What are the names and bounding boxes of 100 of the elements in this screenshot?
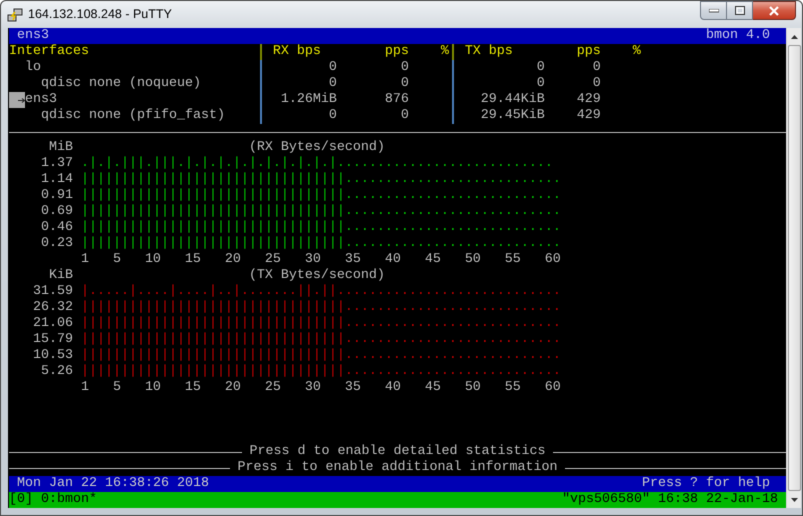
graph-row: |||||||||||||||||||||||||||||||||........................... [80,172,561,188]
axis-label: 30 [304,380,321,396]
table-cell-text: 876 [384,92,409,108]
column-header: Interfaces [9,44,90,60]
arrow-icon [18,98,25,102]
axis-label: 35 [344,380,361,396]
axis-label: 31.59 [32,284,73,300]
table-cell-text: 0 [536,76,545,92]
axis-label: 50 [464,380,481,396]
interface-name[interactable]: lo [24,60,41,76]
axis-label: 30 [304,252,321,268]
axis-label: 0.23 [40,236,73,252]
axis-label: 60 [544,252,561,268]
axis-label: 5 [112,380,121,396]
axis-label: 5 [112,252,121,268]
axis-label: 1.37 [40,156,73,172]
close-button[interactable] [753,1,796,20]
graph-title: (TX Bytes/second) [248,268,385,284]
table-cell-text: 0 [328,76,337,92]
graph-row: |||||||||||||||||||||||||||||||||........................... [80,348,561,364]
graph-row: |||||||||||||||||||||||||||||||||........................... [80,332,561,348]
axis-label: 10 [144,380,161,396]
axis-label: 40 [384,380,401,396]
axis-label: 60 [544,380,561,396]
table-cell-text: 0 [400,60,409,76]
graph-row: |||||||||||||||||||||||||||||||||........................... [80,316,561,332]
interface-name: ens3 [16,28,49,44]
axis-label: 25 [264,380,281,396]
table-cell-text: 429 [576,92,601,108]
axis-label: 45 [424,380,441,396]
table-cell-text: 0 [592,76,601,92]
axis-label: 10 [144,252,161,268]
axis-label: 50 [464,252,481,268]
table-cell-text: 429 [576,108,601,124]
qdisc-name[interactable]: qdisc none (pfifo_fast) [40,108,225,124]
table-cell-text: 1.26MiB [280,92,337,108]
axis-label: 1.14 [40,172,73,188]
session-window: [0] 0:bmon* [9,492,97,508]
axis-label: 1 [80,380,89,396]
graph-row: |||||||||||||||||||||||||||||||||........................... [80,364,561,380]
axis-label: 20 [224,252,241,268]
axis-label: 45 [424,252,441,268]
graph-row: .|.|.|||.|||.|.|.|.|.|.|.|.|.|.|........................... [80,156,553,172]
table-cell-text: 0 [536,60,545,76]
axis-label: 15.79 [32,332,73,348]
axis-label: 25 [264,252,281,268]
axis-label: 15 [184,380,201,396]
computer-icon [7,7,23,23]
axis-label: 5.26 [40,364,73,380]
axis-label: 1 [80,252,89,268]
window-title: 164.132.108.248 - PuTTY [28,7,172,21]
column-header: % [440,44,449,60]
table-cell-text: 0 [328,108,337,124]
column-header: pps [576,44,601,60]
axis-unit: MiB [48,140,73,156]
column-header: RX bps [272,44,322,60]
axis-label: 20 [224,380,241,396]
axis-label: 10.53 [32,348,73,364]
column-header: pps [384,44,409,60]
help-hint: Press ? for help [642,476,770,492]
scrollbar-thumb[interactable] [788,45,800,491]
table-cell-text: 0 [328,60,337,76]
minimize-icon [708,8,718,12]
table-cell-text: 0 [592,60,601,76]
axis-label: 0.46 [40,220,73,236]
graph-row: |.....|....|....|..|.......||.||............................ [80,284,561,300]
axis-label: 26.32 [32,300,73,316]
axis-label: 21.06 [32,316,73,332]
axis-label: 0.69 [40,204,73,220]
graph-row: |||||||||||||||||||||||||||||||||........................... [80,204,561,220]
table-cell-text: 29.45KiB [480,108,545,124]
column-header: % [632,44,641,60]
axis-label: 55 [504,252,521,268]
axis-label: 15 [184,252,201,268]
graph-row: |||||||||||||||||||||||||||||||||........................... [80,220,561,236]
axis-unit: KiB [48,268,73,284]
close-icon [768,6,780,16]
axis-label: 55 [504,380,521,396]
down-arrow-icon [790,498,798,502]
date-time: Mon Jan 22 16:38:26 2018 [16,476,209,492]
axis-label: 40 [384,252,401,268]
hint-text: Press i to enable additional information [236,460,558,476]
interface-name[interactable]: ens3 [24,92,57,108]
hint-text: Press d to enable detailed statistics [248,444,546,460]
table-cell-text: 29.44KiB [480,92,545,108]
minimize-button[interactable] [700,1,727,20]
graph-row: |||||||||||||||||||||||||||||||||........................... [80,300,561,316]
table-cell-text: 0 [400,76,409,92]
graph-title: (RX Bytes/second) [248,140,385,156]
table-cell-text: 0 [400,108,409,124]
graph-row: |||||||||||||||||||||||||||||||||........................... [80,236,561,252]
axis-label: 0.91 [40,188,73,204]
up-arrow-icon [790,34,798,38]
maximize-icon [734,6,744,15]
column-header: TX bps [464,44,514,60]
maximize-button[interactable] [727,1,753,20]
axis-label: 35 [344,252,361,268]
qdisc-name[interactable]: qdisc none (noqueue) [40,76,201,92]
graph-row: |||||||||||||||||||||||||||||||||........................... [80,188,561,204]
host-time-date: "vps506580" 16:38 22-Jan-18 [562,492,778,508]
